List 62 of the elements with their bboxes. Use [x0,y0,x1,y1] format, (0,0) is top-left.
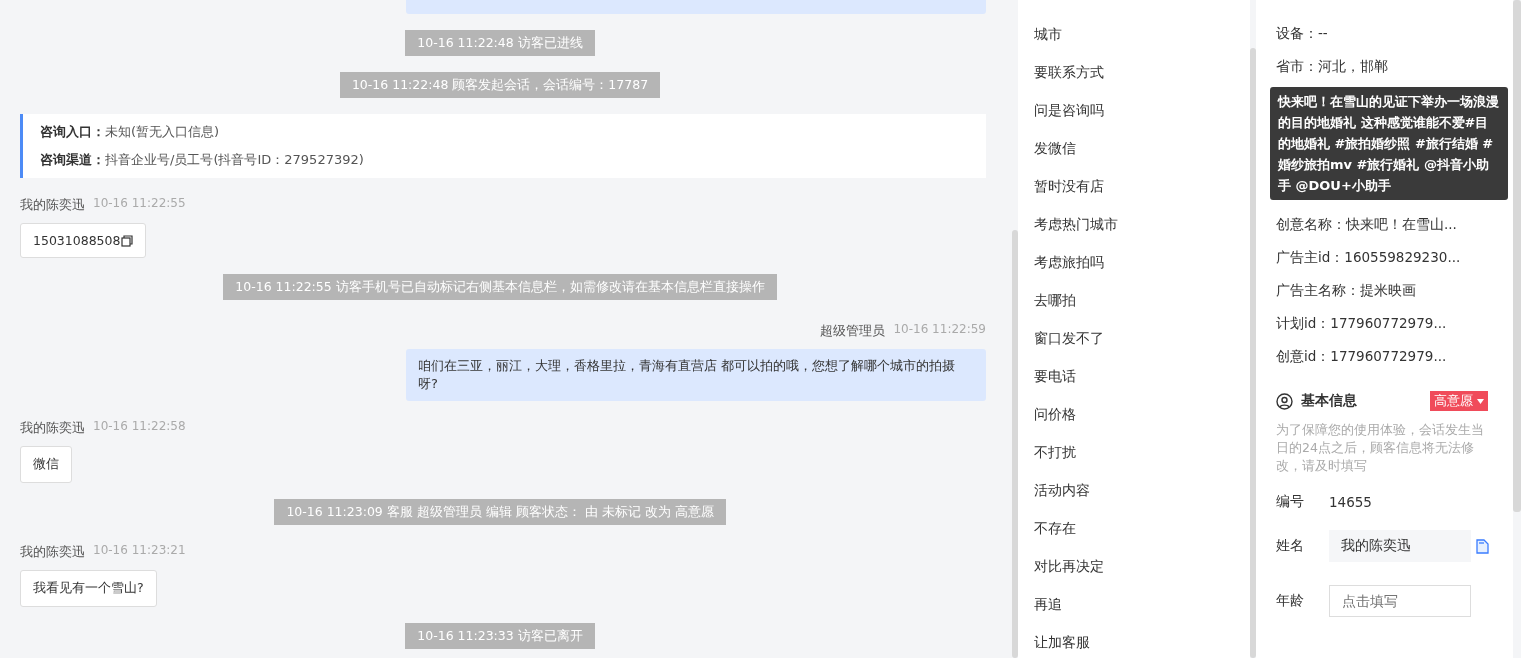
sender-name: 我的陈奕迅 [20,196,85,214]
caret-icon [1477,398,1484,404]
quick-reply-item[interactable]: 暂时没有店 [1034,171,1250,209]
message-text: 15031088508 [33,233,121,248]
info-label: 咨询渠道： [40,152,105,167]
info-value: 未知(暂无入口信息) [105,124,220,139]
info-label: 咨询入口： [40,124,105,139]
message-bubble: 咱们在三亚，丽江，大理，香格里拉，青海有直营店 都可以拍的哦，您想了解哪个城市的拍摄呀? [406,349,986,401]
field-label: 年龄 [1276,592,1305,610]
info-row-text: 广告主id：160559829230... [1276,248,1462,267]
quick-reply-item[interactable]: 要联系方式 [1034,57,1250,95]
field-label: 姓名 [1276,537,1305,555]
copy-icon[interactable] [1476,538,1489,554]
message-text: 我看见有一个雪山? [33,580,144,597]
info-value: 抖音企业号/员工号(抖音号ID：279527392) [105,152,364,167]
scrollbar-thumb[interactable] [1250,48,1256,658]
tooltip: 快来吧！在雪山的见证下举办一场浪漫的目的地婚礼 这种感觉谁能不爱#目的地婚礼 #旅拍婚纱照 #旅行结婚 #婚纱旅拍mv #旅行婚礼 @抖音小助手 @DOU+小助手 [1270,87,1508,200]
info-row-text: 计划id：177960772979... [1276,314,1448,333]
message-time: 10-16 11:22:59 [893,322,986,338]
sender-name: 我的陈奕迅 [20,419,85,437]
field-label: 编号 [1276,493,1305,511]
quick-reply-item[interactable]: 不存在 [1034,513,1250,551]
system-notice: 10-16 11:22:48 访客已进线 [405,30,595,56]
quick-reply-item[interactable]: 发微信 [1034,133,1250,171]
quick-reply-item[interactable]: 窗口发不了 [1034,323,1250,361]
system-notice: 10-16 11:23:33 访客已离开 [405,623,595,649]
system-notice: 10-16 11:22:55 访客手机号已自动标记右侧基本信息栏，如需修改请在基本信息栏直接操作 [223,274,777,300]
name-field[interactable]: 我的陈奕迅 [1329,530,1471,562]
message-time: 10-16 11:22:55 [93,196,186,212]
quick-reply-item[interactable]: 考虑旅拍吗 [1034,247,1250,285]
field-value: 14655 [1329,494,1372,510]
quick-reply-item[interactable]: 去哪拍 [1034,285,1250,323]
quick-reply-item[interactable]: 让加客服 [1034,627,1250,658]
quick-reply-item[interactable]: 问是咨询吗 [1034,95,1250,133]
sender-name: 超级管理员 [820,322,886,340]
sender-name: 我的陈奕迅 [20,543,85,561]
message-time: 10-16 11:23:21 [93,543,186,559]
info-row-text: 创意id：177960772979... [1276,347,1448,366]
status-dropdown[interactable]: 高意愿 [1430,391,1488,411]
quick-reply-item[interactable]: 要电话 [1034,361,1250,399]
scrollbar-thumb[interactable] [1513,0,1521,512]
copy-icon[interactable] [121,234,134,247]
user-circle-icon [1276,392,1293,410]
system-notice: 10-16 11:23:09 客服 超级管理员 编辑 顾客状态： 由 未标记 改为 高意愿 [274,499,726,525]
system-notice: 10-16 11:22:48 顾客发起会话，会话编号：17787 [339,72,661,98]
notice-text: 为了保障您的使用体验，会话发生当日的24点之后，顾客信息将无法修改，请及时填写 [1276,421,1485,475]
quick-reply-item[interactable]: 问价格 [1034,399,1250,437]
section-title: 基本信息 [1301,392,1358,410]
info-row-text: 创意名称：快来吧！在雪山... [1276,215,1458,234]
quick-reply-item[interactable]: 再追 [1034,589,1250,627]
quick-reply-item[interactable]: 活动内容 [1034,475,1250,513]
message-text: 微信 [33,456,59,473]
quick-reply-item[interactable]: 不打扰 [1034,437,1250,475]
info-row-text: 省市：河北，邯郸 [1276,57,1389,76]
quick-reply-item[interactable]: 城市 [1034,19,1250,57]
scrollbar-thumb[interactable] [1012,230,1018,658]
quick-reply-item[interactable]: 考虑热门城市 [1034,209,1250,247]
info-row-text: 广告主名称：提米映画 [1276,281,1417,300]
info-row-text: 设备：-- [1276,24,1329,43]
age-field[interactable]: 点击填写 [1329,585,1471,617]
quick-reply-item[interactable]: 对比再决定 [1034,551,1250,589]
message-time: 10-16 11:22:58 [93,419,186,435]
